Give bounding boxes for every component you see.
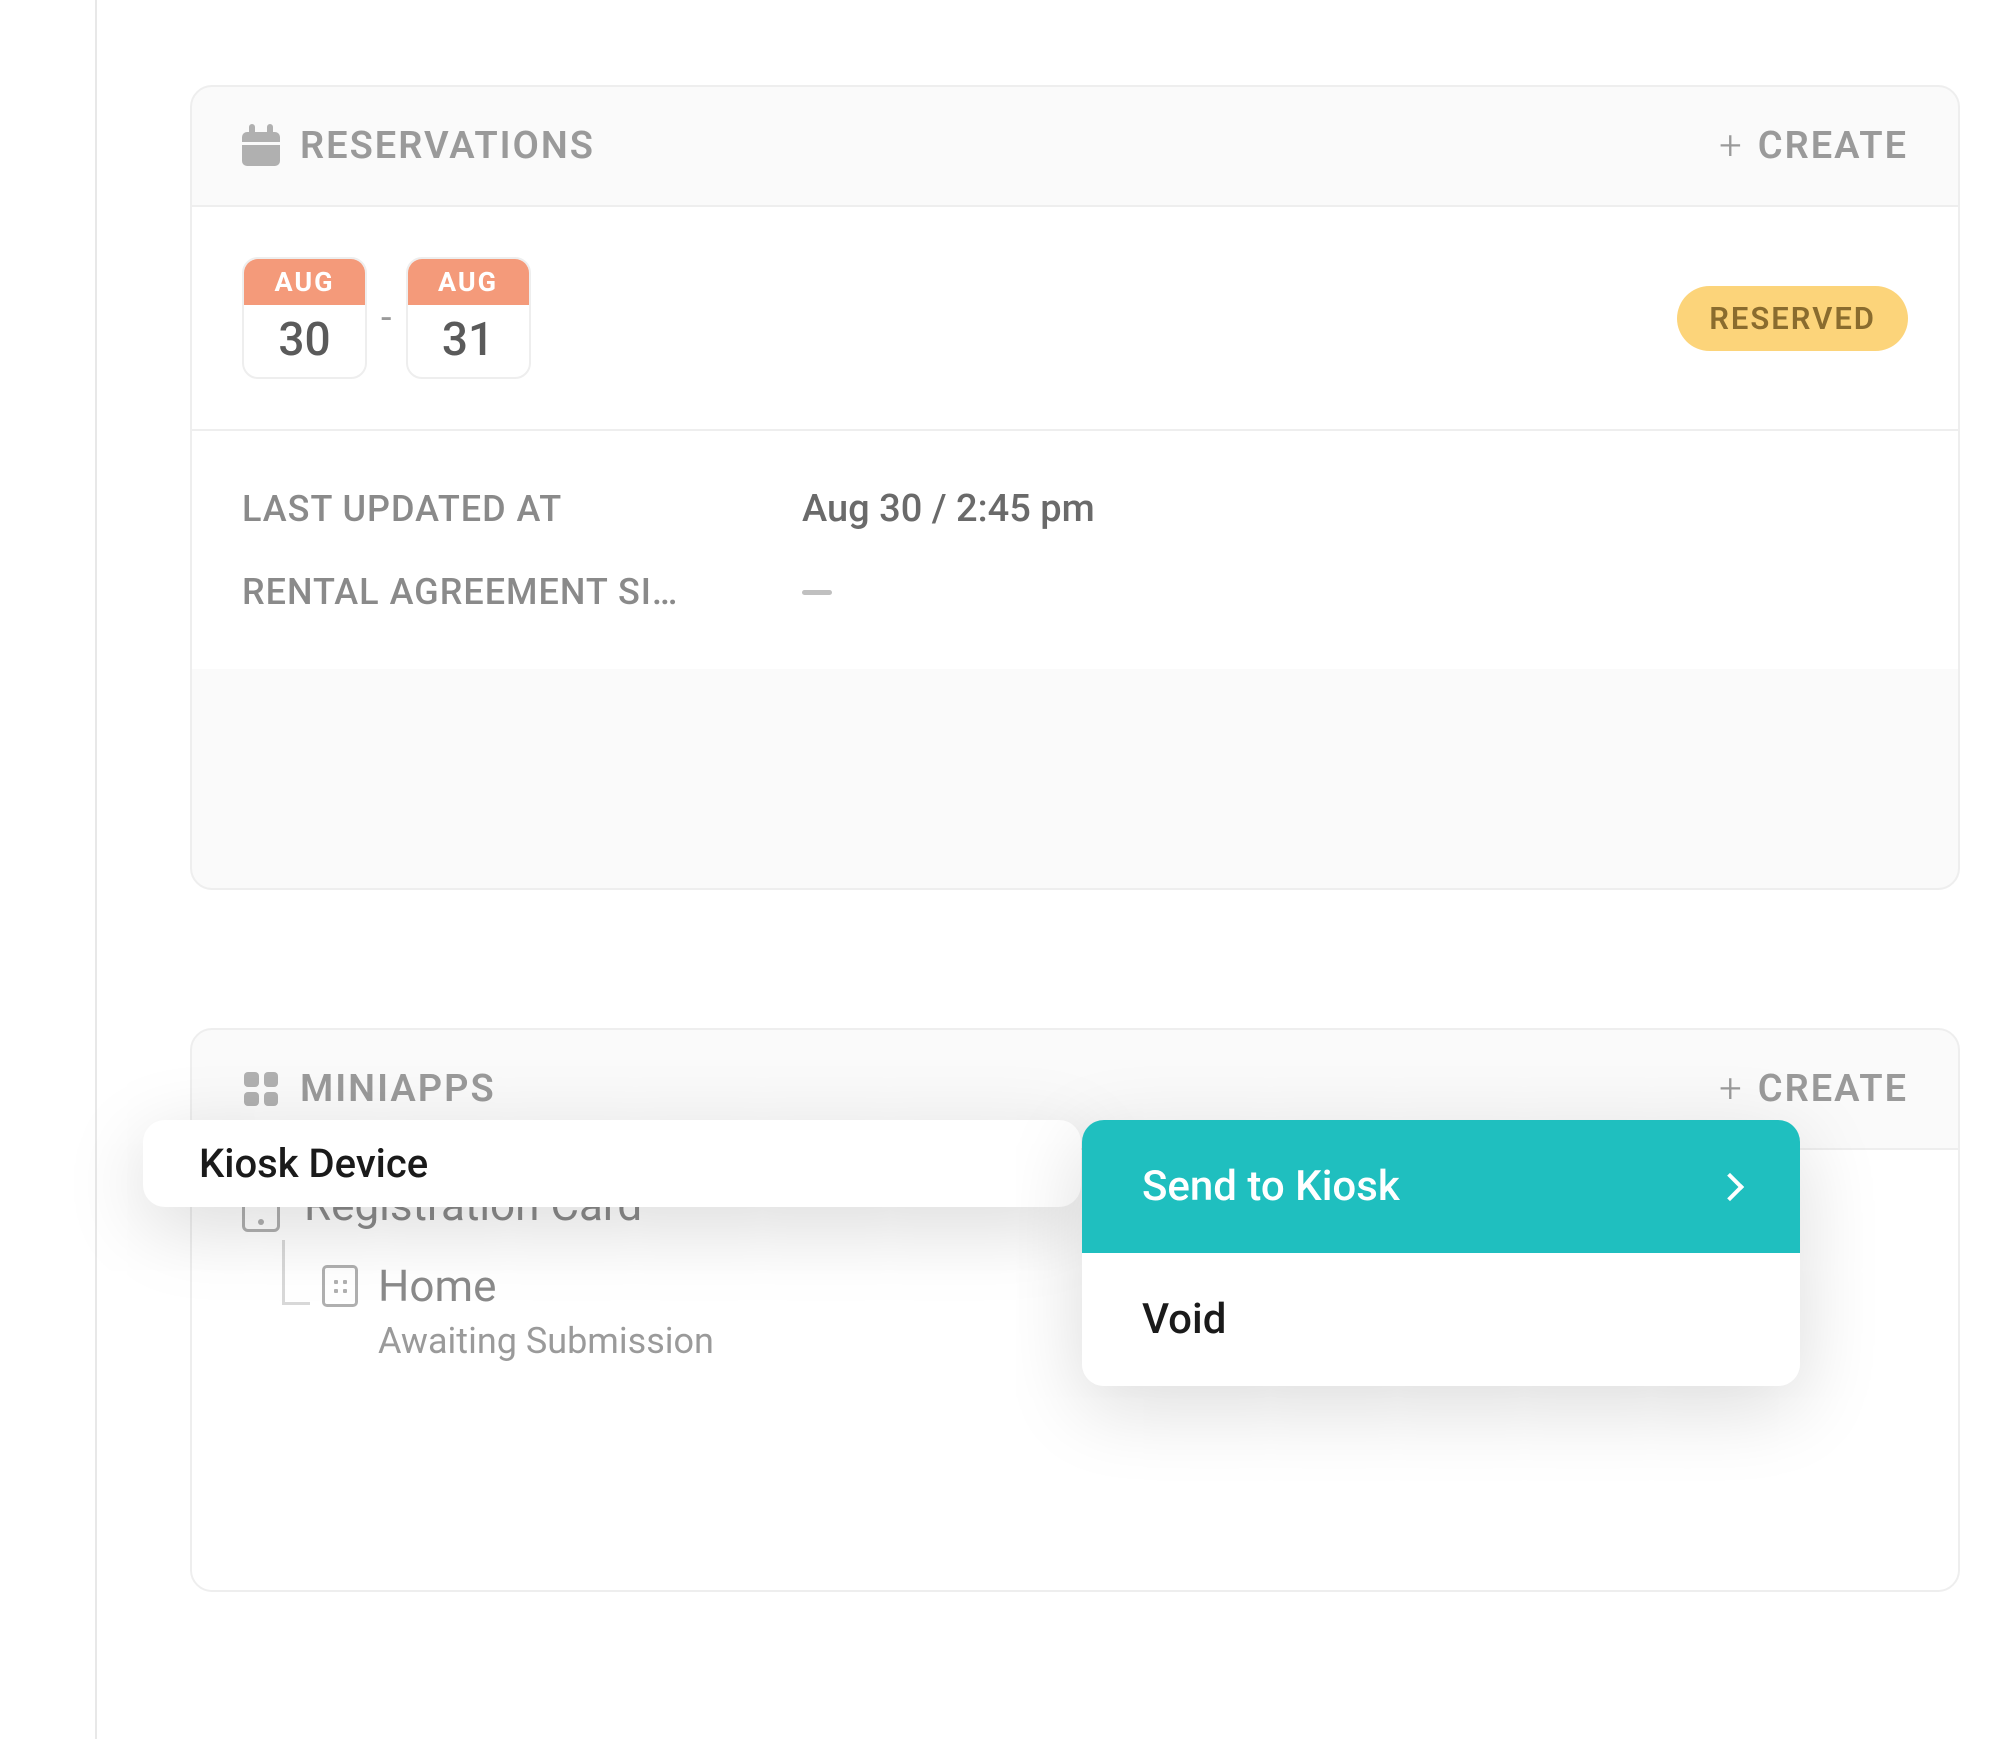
status-badge-reserved: RESERVED xyxy=(1677,286,1908,351)
last-updated-label: LAST UPDATED AT xyxy=(242,488,802,530)
date-end-day: 31 xyxy=(408,305,529,377)
last-updated-value: Aug 30 / 2:45 pm xyxy=(802,487,1095,531)
date-range: AUG 30 - AUG 31 xyxy=(242,257,531,379)
reservations-create-button[interactable]: + CREATE xyxy=(1719,124,1908,168)
date-start-month: AUG xyxy=(244,259,365,305)
date-chip-start: AUG 30 xyxy=(242,257,367,379)
miniapps-create-button[interactable]: + CREATE xyxy=(1719,1067,1908,1111)
rental-agreement-label: RENTAL AGREEMENT SI… xyxy=(242,571,802,613)
menu-item-void[interactable]: Void xyxy=(1082,1253,1800,1386)
miniapps-header-left: MINIAPPS xyxy=(242,1067,496,1111)
menu-item-label: Send to Kiosk xyxy=(1142,1162,1400,1211)
menu-item-label: Void xyxy=(1142,1295,1226,1344)
reservation-row[interactable]: AUG 30 - AUG 31 RESERVED xyxy=(192,207,1958,431)
plus-icon: + xyxy=(1719,1069,1744,1109)
miniapp-child-title: Home xyxy=(378,1260,496,1312)
reservations-header-left: RESERVATIONS xyxy=(242,124,595,168)
miniapps-title: MINIAPPS xyxy=(300,1067,496,1111)
date-chip-end: AUG 31 xyxy=(406,257,531,379)
sidebar-divider xyxy=(95,0,97,1739)
date-start-day: 30 xyxy=(244,305,365,377)
context-menu: Send to Kiosk Void xyxy=(1082,1120,1800,1386)
empty-value-dash xyxy=(802,590,832,595)
kiosk-device-popup: Kiosk Device xyxy=(143,1120,1081,1207)
plus-icon: + xyxy=(1719,126,1744,166)
detail-row-rental-agreement: RENTAL AGREEMENT SI… xyxy=(242,551,1908,633)
detail-row-last-updated: LAST UPDATED AT Aug 30 / 2:45 pm xyxy=(242,467,1908,551)
tree-connector xyxy=(282,1240,285,1305)
building-icon xyxy=(322,1265,358,1307)
apps-grid-icon xyxy=(242,1070,280,1108)
date-dash: - xyxy=(381,296,392,340)
reservations-header: RESERVATIONS + CREATE xyxy=(192,87,1958,207)
create-label: CREATE xyxy=(1758,1067,1908,1111)
create-label: CREATE xyxy=(1758,124,1908,168)
chevron-right-icon xyxy=(1716,1172,1744,1200)
reservation-details: LAST UPDATED AT Aug 30 / 2:45 pm RENTAL … xyxy=(192,431,1958,669)
date-end-month: AUG xyxy=(408,259,529,305)
reservations-panel: RESERVATIONS + CREATE AUG 30 - AUG 31 RE… xyxy=(190,85,1960,890)
menu-item-send-to-kiosk[interactable]: Send to Kiosk xyxy=(1082,1120,1800,1253)
kiosk-device-label: Kiosk Device xyxy=(199,1140,428,1187)
reservations-title: RESERVATIONS xyxy=(300,124,595,168)
calendar-icon xyxy=(242,127,280,165)
